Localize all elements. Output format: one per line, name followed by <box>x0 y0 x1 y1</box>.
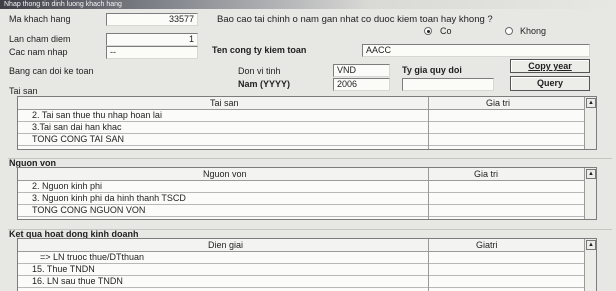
nguon-von-grid-header: Nguon von Gia tri <box>18 168 596 181</box>
tai-san-label: Tai san <box>9 86 38 96</box>
scroll-up-icon[interactable]: ▲ <box>586 240 596 250</box>
radio-co-label: Co <box>440 26 452 36</box>
ma-khach-hang-label: Ma khach hang <box>9 14 71 24</box>
scroll-up-icon[interactable]: ▲ <box>586 169 596 179</box>
cac-nam-nhap-field[interactable]: -- <box>106 46 198 59</box>
bao-cao-question: Bao cao tai chinh o nam gan nhat co duoc… <box>217 14 493 25</box>
table-row[interactable]: 2. Nguon kinh phi <box>18 181 596 193</box>
don-vi-tinh-label: Don vi tinh <box>238 66 281 76</box>
nguon-von-col-value: Gia tri <box>474 169 499 179</box>
copy-year-button[interactable]: Copy year <box>510 59 590 73</box>
scroll-up-icon[interactable]: ▲ <box>586 98 596 108</box>
tai-san-col-value: Gia tri <box>486 98 511 108</box>
query-button[interactable]: Query <box>510 76 590 91</box>
table-row[interactable]: TONG CONG NGUON VON <box>18 205 596 217</box>
ten-cong-ty-label: Ten cong ty kiem toan <box>212 45 307 55</box>
lan-cham-diem-field[interactable]: 1 <box>106 33 198 46</box>
ten-cong-ty-field[interactable]: AACC <box>362 44 590 57</box>
kqkd-grid[interactable]: Dien giai Giatri => LN truoc thue/DTthua… <box>17 238 597 291</box>
radio-khong-label: Khong <box>520 26 547 36</box>
table-row[interactable]: TONG CONG TAI SAN <box>18 134 596 146</box>
don-vi-tinh-field[interactable]: VND <box>333 64 390 77</box>
radio-khong[interactable] <box>505 27 513 35</box>
table-row[interactable]: 16. LN sau thue TNDN <box>18 276 596 288</box>
query-button-label: Query <box>536 78 563 88</box>
kqkd-col-value: Giatri <box>476 240 498 250</box>
ma-khach-hang-field[interactable]: 33577 <box>106 13 198 26</box>
table-row[interactable]: 15. Thue TNDN <box>18 264 596 276</box>
table-row[interactable]: => LN truoc thue/DTthuan <box>18 252 596 264</box>
cac-nam-nhap-label: Cac nam nhap <box>9 47 68 57</box>
tai-san-col-desc: Tai san <box>210 98 239 108</box>
lan-cham-diem-label: Lan cham diem <box>9 34 71 44</box>
nguon-von-col-desc: Nguon von <box>203 169 247 179</box>
window-title: Nhap thong tin dinh luong khach hang <box>0 0 616 9</box>
nam-field[interactable]: 2006 <box>333 78 390 91</box>
kqkd-grid-header: Dien giai Giatri <box>18 239 596 252</box>
tai-san-grid[interactable]: Tai san Gia tri 2. Tai san thue thu nhap… <box>17 96 597 150</box>
tai-san-grid-header: Tai san Gia tri <box>18 97 596 110</box>
ty-gia-field[interactable] <box>402 78 494 91</box>
tai-san-scrollbar[interactable]: ▲ <box>584 97 596 149</box>
nguon-von-scrollbar[interactable]: ▲ <box>584 168 596 219</box>
kqkd-col-desc: Dien giai <box>208 240 244 250</box>
ty-gia-label: Ty gia quy doi <box>402 65 462 75</box>
radio-co[interactable] <box>424 27 432 35</box>
table-row[interactable]: 3.Tai san dai han khac <box>18 122 596 134</box>
table-row[interactable]: 2. Tai san thue thu nhap hoan lai <box>18 110 596 122</box>
kqkd-scrollbar[interactable]: ▲ <box>584 239 596 291</box>
nam-label: Nam (YYYY) <box>238 79 291 89</box>
table-row[interactable]: 3. Nguon kinh phi da hinh thanh TSCD <box>18 193 596 205</box>
bang-can-doi-label: Bang can doi ke toan <box>9 66 94 76</box>
nguon-von-grid[interactable]: Nguon von Gia tri 2. Nguon kinh phi 3. N… <box>17 167 597 220</box>
divider <box>8 158 612 159</box>
